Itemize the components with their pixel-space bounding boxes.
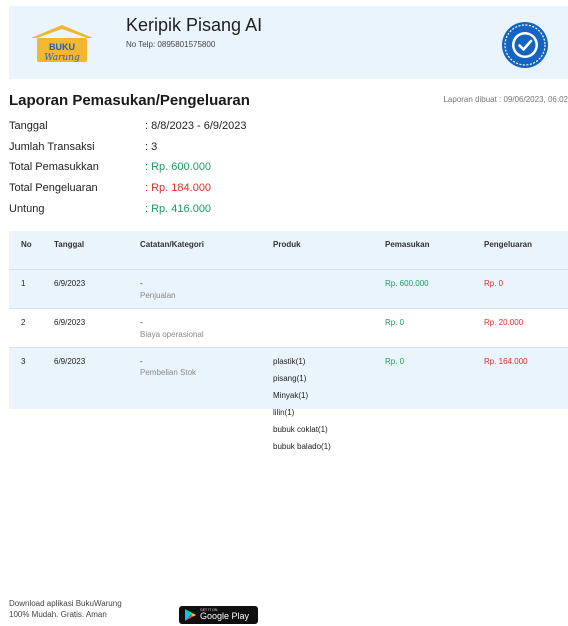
- row-date: 6/9/2023: [54, 357, 86, 366]
- summary-total-expense: : Rp. 184.000: [145, 182, 212, 194]
- row-income: Rp. 0: [385, 318, 405, 327]
- summary-profit: : Rp. 416.000: [145, 203, 212, 215]
- row-income: Rp. 600.000: [385, 279, 429, 288]
- row-expense: Rp. 0: [484, 279, 504, 288]
- table-row[interactable]: 2 6/9/2023 - Biaya operasional Rp. 0 Rp.…: [9, 308, 568, 347]
- summary-transaction-count: : 3: [145, 141, 158, 153]
- report-title: Laporan Pemasukan/Pengeluaran: [9, 92, 250, 109]
- product-item: bubuk balado(1): [273, 442, 331, 451]
- row-number: 3: [21, 357, 26, 366]
- row-category: Penjualan: [140, 291, 176, 300]
- summary-label: Total Pengeluaran: [9, 182, 98, 194]
- product-item: pisang(1): [273, 374, 307, 383]
- row-income: Rp. 0: [385, 357, 405, 366]
- row-category: Biaya operasional: [140, 330, 204, 339]
- google-play-label: Google Play: [200, 611, 250, 621]
- summary-label: Untung: [9, 203, 45, 215]
- summary-label: Tanggal: [9, 120, 48, 132]
- product-item: plastik(1): [273, 357, 306, 366]
- column-header-expense: Pengeluaran: [484, 240, 533, 249]
- footer-promo: Download aplikasi BukuWarung 100% Mudah.…: [9, 598, 122, 620]
- row-product-list: plastik(1) pisang(1) Minyak(1) lilin(1) …: [273, 357, 331, 459]
- column-header-date: Tanggal: [54, 240, 85, 249]
- business-name: Keripik Pisang AI: [126, 15, 263, 35]
- report-header: BUKU Warung Keripik Pisang AI No Telp: 0…: [9, 6, 568, 79]
- product-item: Minyak(1): [273, 391, 309, 400]
- google-play-icon: [185, 609, 196, 621]
- table-row[interactable]: 1 6/9/2023 - Penjualan Rp. 600.000 Rp. 0: [9, 269, 568, 308]
- business-phone: No Telp: 0895801575800: [126, 40, 216, 49]
- google-play-button[interactable]: GET IT ON Google Play: [179, 606, 258, 624]
- table-row[interactable]: 3 6/9/2023 - Pembelian Stok Rp. 0 Rp. 16…: [9, 347, 568, 451]
- column-header-income: Pemasukan: [385, 240, 430, 249]
- row-number: 1: [21, 279, 26, 288]
- row-date: 6/9/2023: [54, 318, 86, 327]
- summary-label: Total Pemasukkan: [9, 161, 99, 173]
- row-note: -: [140, 318, 143, 327]
- row-expense: Rp. 20.000: [484, 318, 524, 327]
- column-header-note: Catatan/Kategori: [140, 240, 205, 249]
- footer-download-text: Download aplikasi BukuWarung: [9, 599, 122, 608]
- column-header-product: Produk: [273, 240, 301, 249]
- row-date: 6/9/2023: [54, 279, 86, 288]
- summary-total-income: : Rp. 600.000: [145, 161, 212, 173]
- table-header: No Tanggal Catatan/Kategori Produk Pemas…: [9, 231, 568, 269]
- report-created-date: Laporan dibuat : 09/06/2023, 06:02: [443, 95, 568, 104]
- row-category: Pembelian Stok: [140, 368, 197, 377]
- transactions-table: No Tanggal Catatan/Kategori Produk Pemas…: [9, 231, 568, 451]
- row-note: -: [140, 357, 143, 366]
- product-item: lilin(1): [273, 408, 295, 417]
- summary-label: Jumlah Transaksi: [9, 141, 95, 153]
- summary-date-range: : 8/8/2023 - 6/9/2023: [145, 120, 247, 132]
- row-expense: Rp. 164.000: [484, 357, 528, 366]
- row-note: -: [140, 279, 143, 288]
- footer-tagline: 100% Mudah. Gratis. Aman: [9, 610, 107, 619]
- logo-text-bottom: Warung: [44, 53, 80, 63]
- logo-text-top: BUKU: [49, 42, 75, 52]
- column-header-no: No: [21, 240, 32, 249]
- bukuwarung-logo-icon: BUKU Warung: [31, 25, 93, 63]
- verified-seal-icon: [502, 22, 548, 68]
- product-item: bubuk coklat(1): [273, 425, 328, 434]
- row-number: 2: [21, 318, 26, 327]
